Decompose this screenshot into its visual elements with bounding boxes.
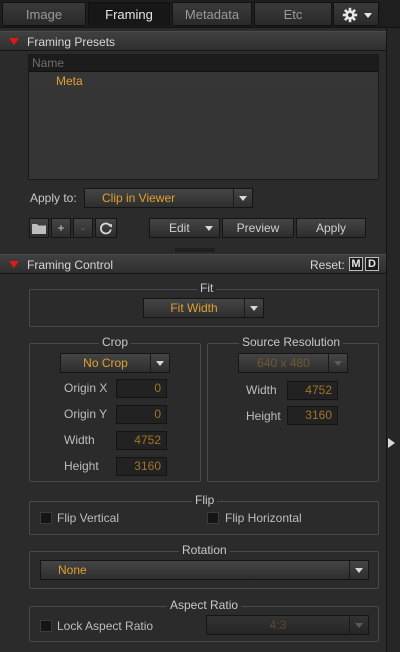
tab-framing[interactable]: Framing — [88, 2, 170, 26]
flip-vertical-label[interactable]: Flip Vertical — [57, 511, 119, 525]
source-resolution-value: 640 x 480 — [257, 356, 310, 370]
collapse-triangle-icon[interactable] — [9, 261, 19, 268]
list-empty-area — [29, 90, 378, 179]
crop-title: Crop — [99, 335, 132, 349]
remove-preset-button[interactable]: - — [73, 218, 93, 238]
fit-title: Fit — [197, 281, 217, 295]
rotation-dropdown[interactable]: None — [40, 560, 369, 580]
chevron-down-icon — [334, 361, 342, 366]
aspect-ratio-dropdown[interactable]: 4:3 — [206, 615, 369, 635]
source-height-field[interactable]: 3160 — [287, 406, 338, 425]
reset-m-button[interactable]: M — [349, 257, 363, 271]
collapsed-side-panel — [386, 28, 400, 652]
apply-to-dropdown[interactable]: Clip in Viewer — [84, 188, 253, 208]
chevron-down-icon — [205, 226, 213, 231]
rotation-title: Rotation — [179, 543, 230, 557]
framing-presets-header[interactable]: Framing Presets — [0, 31, 386, 51]
collapse-triangle-icon[interactable] — [9, 38, 19, 45]
crop-height-field[interactable]: 3160 — [116, 457, 167, 476]
framing-control-header[interactable]: Framing Control Reset: M D — [0, 254, 386, 274]
chevron-down-icon — [364, 13, 372, 18]
apply-to-label: Apply to: — [30, 191, 77, 205]
apply-to-value: Clip in Viewer — [102, 191, 176, 205]
chevron-down-icon — [250, 306, 258, 311]
refresh-button[interactable] — [95, 218, 117, 238]
add-preset-button[interactable]: + — [51, 218, 71, 238]
edit-label: Edit — [169, 221, 190, 235]
source-width-field[interactable]: 4752 — [287, 381, 338, 400]
section-title: Framing Presets — [27, 35, 116, 49]
source-resolution-dropdown[interactable]: 640 x 480 — [238, 353, 348, 373]
preview-button[interactable]: Preview — [222, 218, 294, 238]
crop-mode-dropdown[interactable]: No Crop — [60, 353, 170, 373]
open-folder-button[interactable] — [29, 218, 49, 238]
rotation-value: None — [58, 563, 87, 577]
tab-image[interactable]: Image — [2, 2, 86, 26]
tab-bar: Image Framing Metadata Etc — [0, 0, 400, 28]
settings-menu-button[interactable] — [333, 2, 379, 26]
edit-dropdown-button[interactable]: Edit — [149, 218, 220, 238]
aspect-ratio-value: 4:3 — [269, 618, 287, 632]
crop-width-label: Width — [64, 433, 95, 447]
reset-label: Reset: — [310, 258, 345, 272]
source-resolution-title: Source Resolution — [239, 335, 344, 349]
tab-etc[interactable]: Etc — [254, 2, 332, 26]
chevron-down-icon — [156, 361, 164, 366]
reset-d-button[interactable]: D — [365, 257, 379, 271]
crop-height-label: Height — [64, 459, 99, 473]
presets-list[interactable]: Name Meta — [28, 54, 379, 180]
chevron-down-icon — [355, 568, 363, 573]
flip-vertical-checkbox[interactable] — [40, 512, 52, 524]
source-width-label: Width — [246, 383, 277, 397]
refresh-icon — [100, 222, 112, 235]
fit-mode-value: Fit Width — [170, 301, 218, 315]
flip-horizontal-label[interactable]: Flip Horizontal — [225, 511, 302, 525]
tab-metadata[interactable]: Metadata — [172, 2, 252, 26]
flip-title: Flip — [192, 493, 218, 507]
crop-width-field[interactable]: 4752 — [116, 431, 167, 450]
fit-mode-dropdown[interactable]: Fit Width — [143, 298, 264, 318]
lock-aspect-ratio-label[interactable]: Lock Aspect Ratio — [57, 619, 153, 633]
section-title: Framing Control — [27, 258, 114, 272]
origin-y-label: Origin Y — [64, 407, 108, 421]
crop-mode-value: No Crop — [83, 356, 128, 370]
flip-horizontal-checkbox[interactable] — [207, 512, 219, 524]
apply-button[interactable]: Apply — [296, 218, 366, 238]
origin-x-field[interactable]: 0 — [116, 379, 167, 398]
list-header-name[interactable]: Name — [29, 55, 378, 72]
expand-panel-arrow-icon[interactable] — [388, 438, 395, 448]
splitter-handle[interactable] — [175, 248, 215, 252]
origin-y-field[interactable]: 0 — [116, 405, 167, 424]
chevron-down-icon — [355, 623, 363, 628]
aspect-ratio-title: Aspect Ratio — [167, 598, 242, 612]
gear-icon — [342, 7, 358, 23]
list-item-label: Meta — [56, 74, 83, 88]
list-item[interactable]: Meta — [29, 72, 378, 90]
origin-x-label: Origin X — [64, 381, 108, 395]
source-height-label: Height — [246, 409, 281, 423]
lock-aspect-ratio-checkbox[interactable] — [40, 620, 52, 632]
folder-icon — [32, 224, 46, 234]
chevron-down-icon — [239, 196, 247, 201]
